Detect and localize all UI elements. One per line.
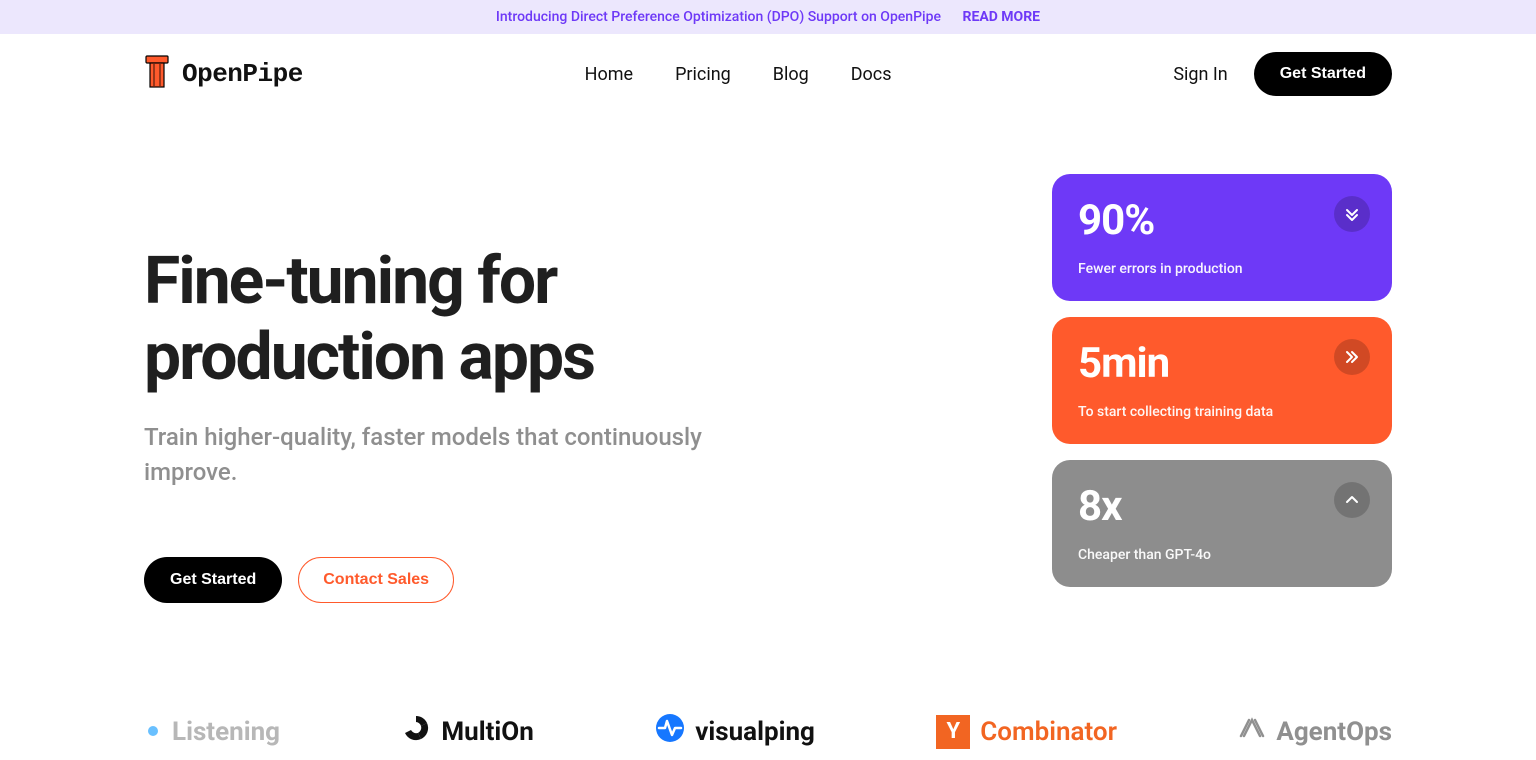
- nav-link-docs[interactable]: Docs: [851, 64, 892, 85]
- stat-caption: Cheaper than GPT-4o: [1078, 547, 1366, 563]
- stat-card-errors: 90% Fewer errors in production: [1052, 174, 1392, 301]
- pulse-icon: [655, 713, 685, 750]
- signin-link[interactable]: Sign In: [1173, 64, 1227, 85]
- stat-metric: 5min: [1078, 339, 1366, 388]
- dot-icon: [144, 717, 162, 747]
- stat-card-time: 5min To start collecting training data: [1052, 317, 1392, 444]
- triple-arc-icon: [401, 713, 431, 750]
- hero-title: Fine-tuning for production apps: [144, 244, 992, 396]
- logo-label: AgentOps: [1276, 717, 1392, 747]
- top-nav: OpenPipe Home Pricing Blog Docs Sign In …: [144, 34, 1392, 114]
- logo-label: Listening: [172, 717, 280, 747]
- hero-title-line2: production apps: [144, 319, 594, 396]
- nav-link-home[interactable]: Home: [585, 64, 633, 85]
- logo-visualping: visualping: [655, 713, 815, 750]
- hero-actions: Get Started Contact Sales: [144, 557, 992, 603]
- nav-link-blog[interactable]: Blog: [773, 64, 809, 85]
- announcement-bar: Introducing Direct Preference Optimizati…: [0, 0, 1536, 34]
- announcement-cta-link[interactable]: READ MORE: [962, 9, 1040, 25]
- nav-link-pricing[interactable]: Pricing: [675, 64, 731, 85]
- nav-get-started-button[interactable]: Get Started: [1254, 52, 1392, 96]
- logo-multion: MultiOn: [401, 713, 533, 750]
- logo-label: MultiOn: [441, 717, 533, 747]
- logo-label: Combinator: [980, 717, 1117, 747]
- announcement-text: Introducing Direct Preference Optimizati…: [496, 9, 941, 25]
- chevrons-right-icon: [1334, 339, 1370, 375]
- yc-icon: Y: [936, 715, 970, 749]
- weave-icon: [1238, 714, 1266, 749]
- logo-combinator: Y Combinator: [936, 715, 1117, 749]
- chevron-up-icon: [1334, 482, 1370, 518]
- customer-logos: Listening MultiOn visualping Y: [144, 713, 1392, 760]
- stat-metric: 90%: [1078, 196, 1366, 245]
- chevrons-down-icon: [1334, 196, 1370, 232]
- nav-right: Sign In Get Started: [1173, 52, 1392, 96]
- stat-cards: 90% Fewer errors in production 5min To s…: [1052, 174, 1392, 587]
- contact-sales-button[interactable]: Contact Sales: [298, 557, 454, 603]
- hero-section: Fine-tuning for production apps Train hi…: [144, 174, 1392, 603]
- stat-metric: 8x: [1078, 482, 1366, 531]
- brand-logo[interactable]: OpenPipe: [144, 55, 303, 93]
- brand-name: OpenPipe: [182, 59, 303, 89]
- pipe-icon: [144, 55, 170, 93]
- hero-title-line1: Fine-tuning for: [144, 243, 556, 320]
- hero-left: Fine-tuning for production apps Train hi…: [144, 174, 992, 603]
- stat-card-cost: 8x Cheaper than GPT-4o: [1052, 460, 1392, 587]
- hero-subtitle: Train higher-quality, faster models that…: [144, 420, 704, 490]
- stat-caption: To start collecting training data: [1078, 404, 1366, 420]
- nav-links: Home Pricing Blog Docs: [585, 64, 892, 85]
- logo-listening: Listening: [144, 717, 280, 747]
- logo-agentops: AgentOps: [1238, 714, 1392, 749]
- stat-caption: Fewer errors in production: [1078, 261, 1366, 277]
- logo-label: visualping: [695, 717, 815, 747]
- hero-get-started-button[interactable]: Get Started: [144, 557, 282, 603]
